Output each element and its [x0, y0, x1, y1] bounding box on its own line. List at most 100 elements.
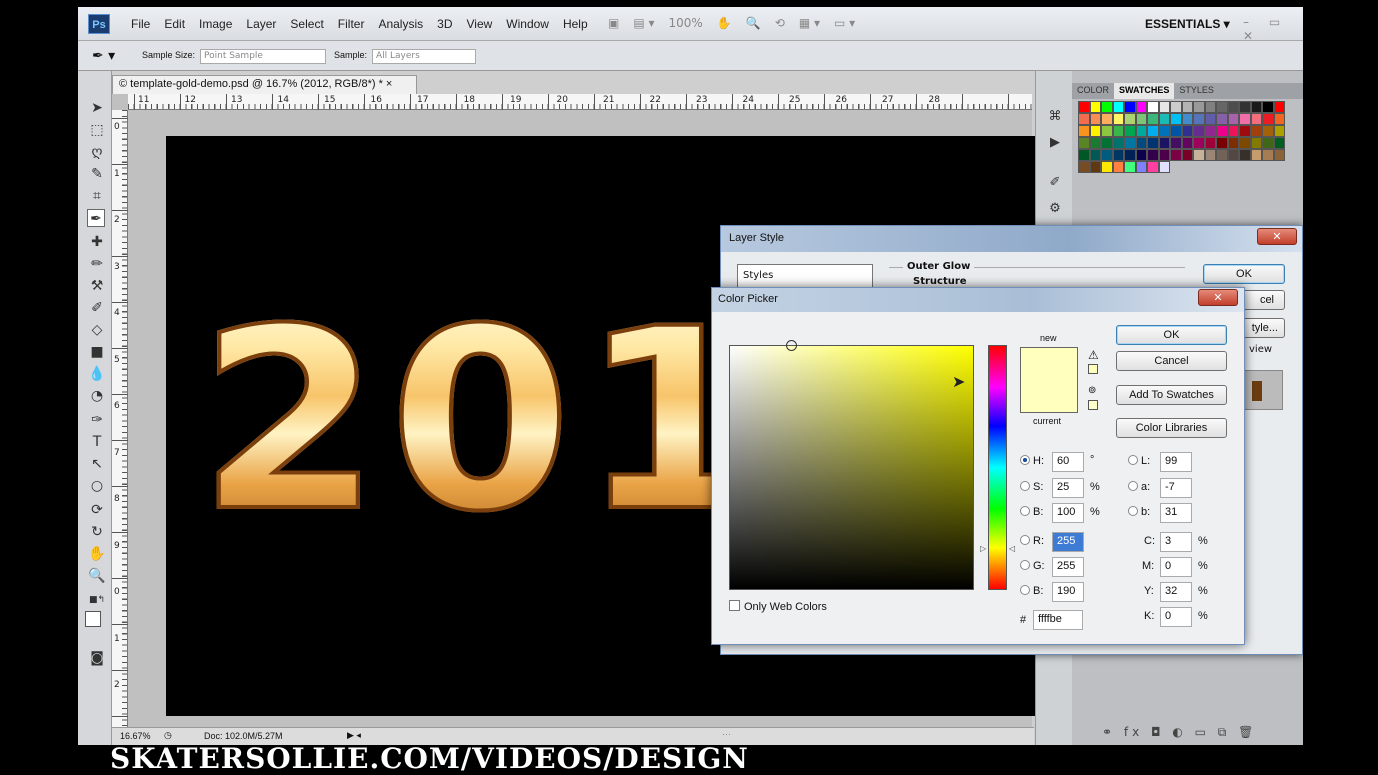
swatch[interactable]	[1204, 137, 1216, 149]
swatch[interactable]	[1158, 149, 1170, 161]
swatch[interactable]	[1078, 137, 1090, 149]
swatch[interactable]	[1112, 137, 1124, 149]
lightness-radio[interactable]: L:	[1128, 455, 1150, 467]
only-web-colors-checkbox[interactable]: Only Web Colors	[729, 600, 827, 613]
eyedropper-tool-preset-icon[interactable]: ✒ ▾	[92, 48, 115, 64]
dodge-tool-icon[interactable]: ◔	[88, 387, 106, 405]
sample-select[interactable]: All Layers	[372, 49, 476, 64]
swatch[interactable]	[1250, 125, 1262, 137]
swatch[interactable]	[1227, 113, 1239, 125]
panel-tab-color[interactable]: COLOR	[1072, 83, 1114, 99]
swatch[interactable]	[1262, 149, 1274, 161]
swatch[interactable]	[1181, 125, 1193, 137]
swatch[interactable]	[1250, 137, 1262, 149]
color-libraries-button[interactable]: Color Libraries	[1116, 418, 1227, 438]
status-menu-arrow-icon[interactable]: ▶ ◂	[347, 730, 361, 741]
swatch[interactable]	[1147, 125, 1159, 137]
swatch[interactable]	[1262, 125, 1274, 137]
swatch[interactable]	[1273, 149, 1285, 161]
a-channel-radio[interactable]: a:	[1128, 481, 1150, 493]
lasso-tool-icon[interactable]: ღ	[88, 143, 106, 161]
menu-item-window[interactable]: Window	[499, 17, 556, 31]
b-channel-radio[interactable]: b:	[1128, 506, 1150, 518]
swatch[interactable]	[1273, 137, 1285, 149]
swatch[interactable]	[1273, 101, 1285, 113]
swatch[interactable]	[1078, 101, 1090, 113]
hue-slider-left-arrow-icon[interactable]: ▷	[980, 544, 986, 553]
swatch[interactable]	[1135, 113, 1147, 125]
swatch[interactable]	[1181, 149, 1193, 161]
history-panel-icon[interactable]: ⌘	[1046, 109, 1064, 127]
magenta-input[interactable]: 0	[1160, 557, 1192, 577]
swatch[interactable]	[1170, 113, 1182, 125]
saturation-input[interactable]: 25	[1052, 478, 1084, 498]
shape-tool-icon[interactable]: ○	[88, 477, 106, 495]
sample-size-select[interactable]: Point Sample	[200, 49, 326, 64]
swatch[interactable]	[1216, 149, 1228, 161]
swatch[interactable]	[1158, 161, 1170, 173]
swatch[interactable]	[1250, 113, 1262, 125]
swatch[interactable]	[1112, 113, 1124, 125]
clone-stamp-icon[interactable]: ⚒	[88, 277, 106, 295]
swatch[interactable]	[1193, 149, 1205, 161]
hue-slider[interactable]: ▷ ◁	[980, 345, 1015, 590]
swatch[interactable]	[1239, 125, 1251, 137]
swatch[interactable]	[1135, 101, 1147, 113]
swatch[interactable]	[1135, 125, 1147, 137]
swatch[interactable]	[1181, 101, 1193, 113]
swatch[interactable]	[1250, 149, 1262, 161]
swatch[interactable]	[1089, 113, 1101, 125]
b-channel-input[interactable]: 31	[1160, 503, 1192, 523]
brightness-radio[interactable]: B:	[1020, 506, 1043, 518]
workspace-switcher[interactable]: ESSENTIALS ▾	[1145, 17, 1230, 31]
add-to-swatches-button[interactable]: Add To Swatches	[1116, 385, 1227, 405]
gradient-tool-icon[interactable]: ■	[88, 343, 106, 361]
swatch[interactable]	[1193, 113, 1205, 125]
swatch[interactable]	[1170, 101, 1182, 113]
saturation-radio[interactable]: S:	[1020, 481, 1043, 493]
brush-panel-icon[interactable]: ✐	[1046, 175, 1064, 193]
swatch[interactable]	[1124, 113, 1136, 125]
green-input[interactable]: 255	[1052, 557, 1084, 577]
hex-input[interactable]: ffffbe	[1033, 610, 1083, 630]
swatch[interactable]	[1089, 149, 1101, 161]
lightness-input[interactable]: 99	[1160, 452, 1192, 472]
yellow-input[interactable]: 32	[1160, 582, 1192, 602]
color-picker-cancel-button[interactable]: Cancel	[1116, 351, 1227, 371]
swatch[interactable]	[1262, 137, 1274, 149]
field-picker-circle[interactable]	[786, 340, 797, 351]
swatch[interactable]	[1124, 149, 1136, 161]
swatch[interactable]	[1135, 149, 1147, 161]
swatch[interactable]	[1101, 137, 1113, 149]
red-radio[interactable]: R:	[1020, 535, 1044, 547]
swatch[interactable]	[1101, 113, 1113, 125]
menu-item-select[interactable]: Select	[283, 17, 330, 31]
menu-item-layer[interactable]: Layer	[239, 17, 283, 31]
swatch[interactable]	[1124, 137, 1136, 149]
screen-mode-dropdown-icon[interactable]: ▭ ▾	[834, 16, 855, 30]
swatch[interactable]	[1216, 137, 1228, 149]
quick-mask-icon[interactable]: ◙	[88, 649, 106, 667]
swatch[interactable]	[1273, 113, 1285, 125]
eraser-tool-icon[interactable]: ◇	[88, 321, 106, 339]
swatch[interactable]	[1158, 101, 1170, 113]
swatch[interactable]	[1101, 125, 1113, 137]
hue-input[interactable]: 60	[1052, 452, 1084, 472]
swatch[interactable]	[1170, 137, 1182, 149]
swatch[interactable]	[1239, 137, 1251, 149]
hue-radio[interactable]: H:	[1020, 455, 1044, 467]
a-channel-input[interactable]: -7	[1160, 478, 1192, 498]
panel-tab-swatches[interactable]: SWATCHES	[1114, 83, 1175, 99]
actions-panel-icon[interactable]: ▶	[1046, 135, 1064, 153]
hand-icon[interactable]: ✋	[717, 16, 732, 30]
swatch[interactable]	[1204, 149, 1216, 161]
menu-item-filter[interactable]: Filter	[331, 17, 372, 31]
black-input[interactable]: 0	[1160, 607, 1192, 627]
swatch[interactable]	[1239, 113, 1251, 125]
pen-tool-icon[interactable]: ✑	[88, 411, 106, 429]
swatch[interactable]	[1239, 101, 1251, 113]
eyedropper-tool-icon[interactable]: ✒	[87, 209, 105, 227]
horizontal-scrollbar[interactable]: ⋯	[722, 729, 731, 740]
swatch[interactable]	[1135, 137, 1147, 149]
brush-tool-icon[interactable]: ✏	[88, 255, 106, 273]
